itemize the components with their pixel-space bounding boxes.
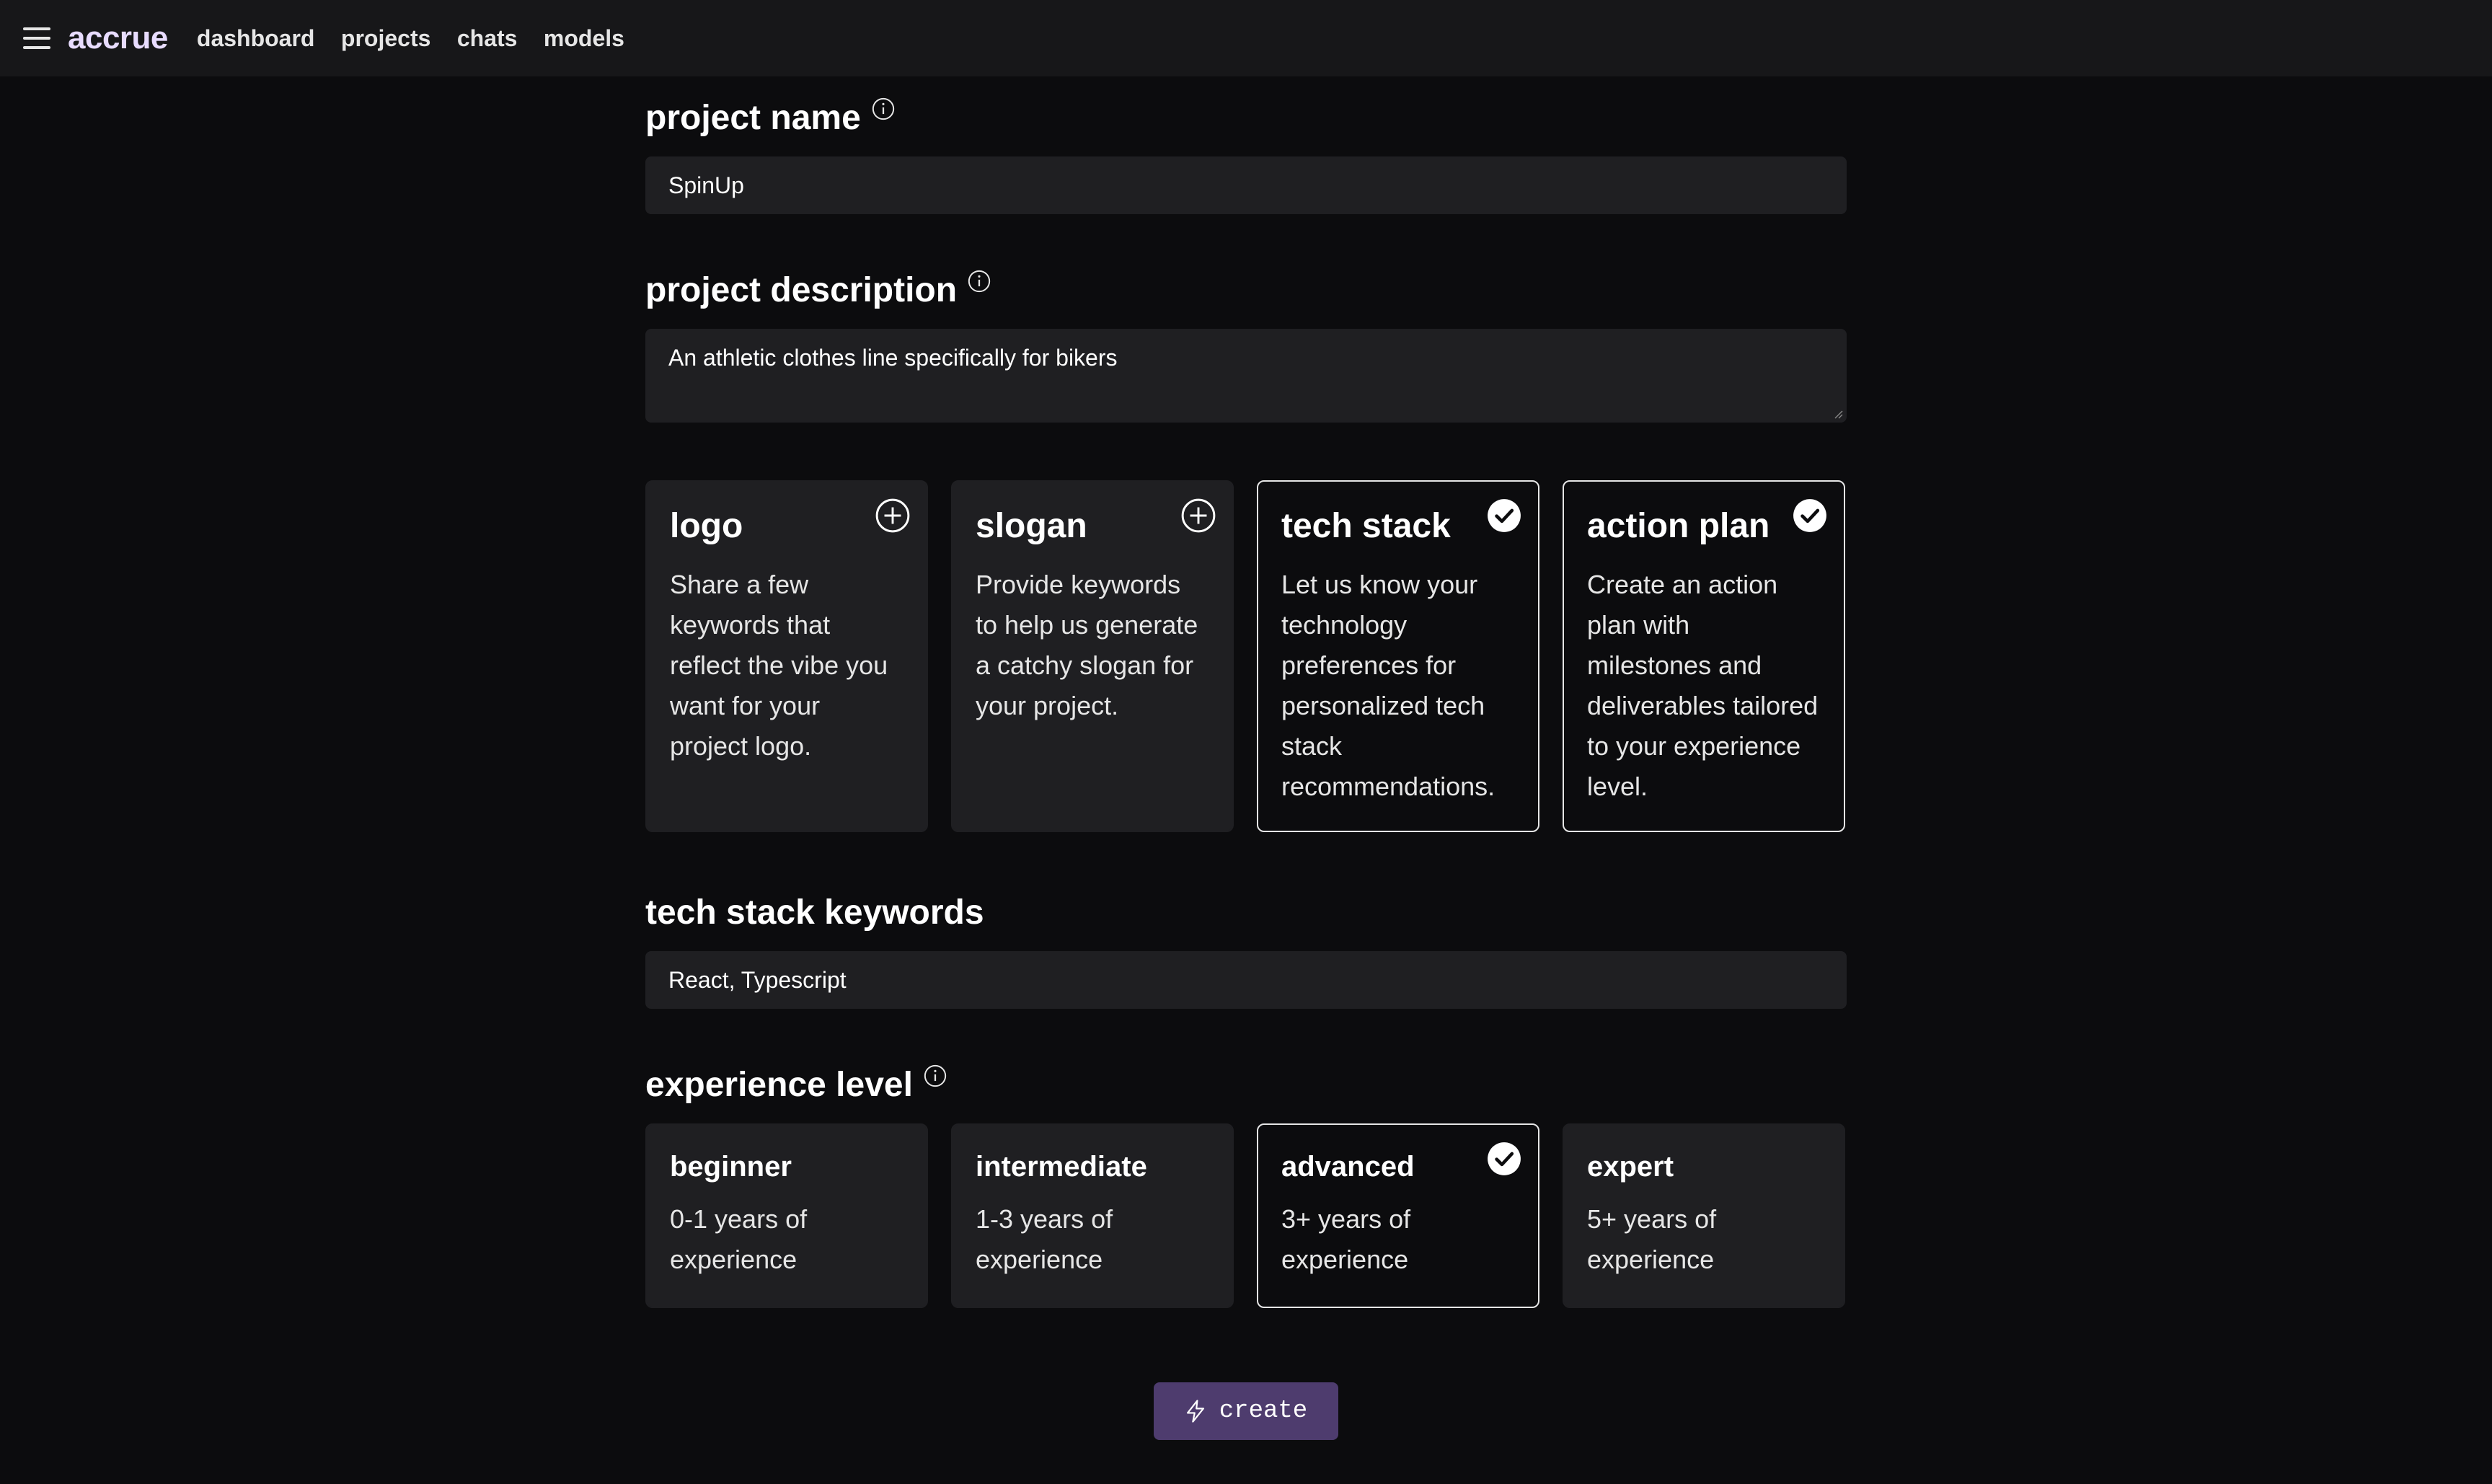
nav-projects[interactable]: projects [341, 25, 430, 51]
feature-card-tech-stack[interactable]: tech stack Let us know your technology p… [1257, 480, 1539, 832]
project-name-heading: project name [645, 97, 1847, 138]
project-description-textarea[interactable]: An athletic clothes line specifically fo… [645, 329, 1847, 423]
card-description: 1-3 years of experience [976, 1204, 1113, 1274]
experience-level-label: experience level [645, 1066, 913, 1104]
project-description-text: An athletic clothes line specifically fo… [668, 345, 1118, 371]
project-name-label: project name [645, 99, 861, 137]
card-description: 0-1 years of experience [670, 1204, 808, 1274]
experience-cards: beginner 0-1 years of experience interme… [645, 1123, 1847, 1308]
nav-models[interactable]: models [544, 25, 624, 51]
brand-logo[interactable]: accrue [68, 20, 168, 56]
card-description: 5+ years of experience [1587, 1204, 1717, 1274]
check-circle-icon[interactable] [1486, 498, 1522, 534]
tech-stack-keywords-label: tech stack keywords [645, 893, 984, 932]
card-title: logo [670, 507, 743, 545]
info-icon[interactable] [967, 269, 991, 293]
card-description: Provide keywords to help us generate a c… [976, 570, 1198, 720]
card-title: advanced [1281, 1151, 1415, 1183]
card-description: Let us know your technology preferences … [1281, 570, 1495, 801]
tech-stack-keywords-heading: tech stack keywords [645, 893, 1847, 932]
lightning-icon [1186, 1400, 1204, 1423]
feature-card-logo[interactable]: logo Share a few keywords that reflect t… [645, 480, 928, 832]
feature-cards: logo Share a few keywords that reflect t… [645, 480, 1847, 832]
card-title: expert [1587, 1151, 1674, 1183]
card-description: Share a few keywords that reflect the vi… [670, 570, 888, 761]
experience-card-beginner[interactable]: beginner 0-1 years of experience [645, 1123, 928, 1308]
nav-dashboard[interactable]: dashboard [197, 25, 315, 51]
main-nav: dashboard projects chats models [197, 25, 648, 52]
project-description-label: project description [645, 271, 958, 309]
card-title: action plan [1587, 507, 1770, 545]
top-navbar: accrue dashboard projects chats models [0, 0, 2492, 76]
tech-stack-keywords-input[interactable]: React, Typescript [645, 951, 1847, 1009]
create-button-label: create [1219, 1397, 1308, 1425]
project-name-input[interactable]: SpinUp [645, 156, 1847, 214]
card-title: slogan [976, 507, 1087, 545]
resize-handle-icon[interactable] [1832, 408, 1844, 420]
nav-chats[interactable]: chats [457, 25, 518, 51]
feature-card-action-plan[interactable]: action plan Create an action plan with m… [1563, 480, 1845, 832]
experience-level-heading: experience level [645, 1064, 1847, 1105]
card-title: tech stack [1281, 507, 1451, 545]
create-button[interactable]: create [1154, 1382, 1338, 1440]
card-description: Create an action plan with milestones an… [1587, 570, 1819, 801]
menu-icon[interactable] [23, 27, 50, 49]
info-icon[interactable] [923, 1064, 947, 1088]
card-title: intermediate [976, 1151, 1147, 1183]
experience-card-expert[interactable]: expert 5+ years of experience [1563, 1123, 1845, 1308]
experience-card-advanced[interactable]: advanced 3+ years of experience [1257, 1123, 1539, 1308]
check-circle-icon[interactable] [1792, 498, 1828, 534]
experience-card-intermediate[interactable]: intermediate 1-3 years of experience [951, 1123, 1234, 1308]
info-icon[interactable] [871, 97, 896, 121]
card-title: beginner [670, 1151, 792, 1183]
project-form: project name SpinUp project description … [645, 76, 1847, 1308]
plus-circle-icon[interactable] [875, 498, 911, 534]
plus-circle-icon[interactable] [1180, 498, 1216, 534]
project-description-heading: project description [645, 270, 1847, 310]
feature-card-slogan[interactable]: slogan Provide keywords to help us gener… [951, 480, 1234, 832]
check-circle-icon[interactable] [1486, 1141, 1522, 1177]
card-description: 3+ years of experience [1281, 1204, 1411, 1274]
